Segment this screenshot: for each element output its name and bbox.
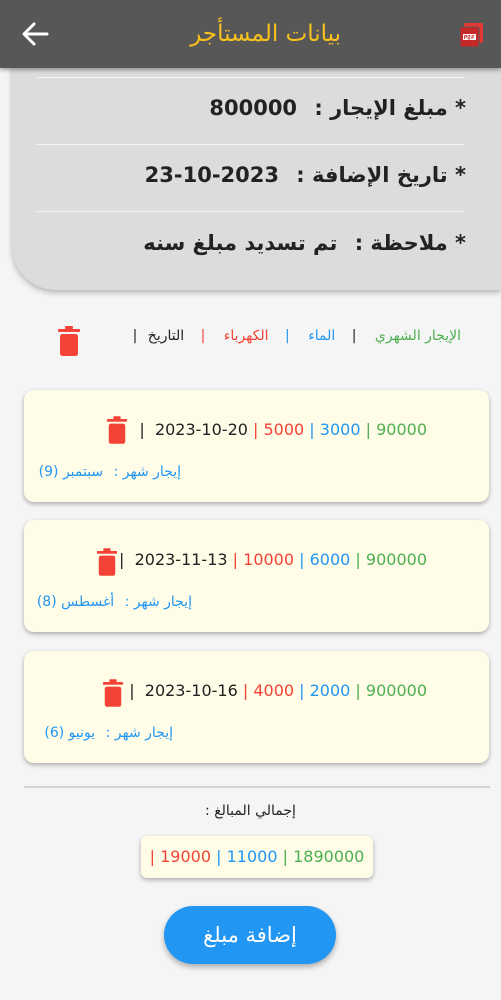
rent-label: * مبلغ الإيجار : <box>314 96 466 120</box>
legend-water: الماء <box>308 328 336 344</box>
total-rent: 1890000 <box>293 847 365 866</box>
month-value: سبتمبر (9) <box>38 464 104 480</box>
delete-all-icon[interactable] <box>57 326 81 356</box>
divider <box>37 77 465 78</box>
legend-separator: | <box>285 328 290 344</box>
divider <box>37 211 465 212</box>
payment-card[interactable]: 900000 | 6000 | 10000 | 2023-11-13 | إيج… <box>24 520 489 632</box>
delete-payment-icon[interactable] <box>102 679 124 707</box>
rent-amount-row: * مبلغ الإيجار : 800000 <box>209 96 466 120</box>
payment-values: 90000 | 3000 | 5000 | 2023-10-20 | <box>139 420 427 439</box>
payment-date: 2023-11-13 <box>134 550 228 569</box>
columns-legend: الإيجار الشهري | الماء | الكهرباء | التا… <box>131 328 461 344</box>
month-label: إيجار شهر : <box>105 725 173 741</box>
pdf-icon[interactable] <box>459 22 485 48</box>
tenant-info-card: * مبلغ الإيجار : 800000 * تاريخ الإضافة … <box>12 60 501 290</box>
month-label: إيجار شهر : <box>113 464 181 480</box>
delete-payment-icon[interactable] <box>106 416 128 444</box>
payment-rent: 900000 <box>365 550 427 569</box>
date-added-row: * تاريخ الإضافة : 2023-10-23 <box>145 163 466 187</box>
payment-water: 6000 <box>309 550 351 569</box>
page-title: بيانات المستأجر <box>190 21 341 47</box>
legend-date: التاريخ <box>147 328 185 344</box>
payment-month: إيجار شهر : سبتمبر (9) <box>39 464 181 480</box>
delete-payment-icon[interactable] <box>96 548 118 576</box>
payment-rent: 90000 <box>376 420 427 439</box>
totals-label: إجمالي المبالغ : <box>205 803 296 819</box>
arrow-left-icon[interactable] <box>20 20 50 48</box>
date-label: * تاريخ الإضافة : <box>296 163 466 187</box>
total-water: 11000 <box>226 847 278 866</box>
divider <box>24 786 490 788</box>
payment-date: 2023-10-16 <box>144 681 238 700</box>
legend-monthly-rent: الإيجار الشهري <box>374 328 461 344</box>
month-label: إيجار شهر : <box>124 594 192 610</box>
note-label: * ملاحظة : <box>354 231 466 255</box>
payment-date: 2023-10-20 <box>154 420 248 439</box>
note-value: تم تسديد مبلغ سنه <box>143 231 338 255</box>
totals-box: 1890000 | 11000 | 19000 | <box>141 836 373 878</box>
legend-separator: | <box>132 328 138 344</box>
payment-rent: 900000 <box>365 681 427 700</box>
month-value: أغسطس (8) <box>36 594 115 610</box>
add-amount-button[interactable]: إضافة مبلغ <box>164 906 336 964</box>
payment-month: إيجار شهر : يونيو (6) <box>44 725 173 741</box>
payment-water: 3000 <box>319 420 361 439</box>
payment-card[interactable]: 900000 | 2000 | 4000 | 2023-10-16 | إيجا… <box>24 651 489 763</box>
app-bar: بيانات المستأجر <box>0 0 501 68</box>
payment-values: 900000 | 2000 | 4000 | 2023-10-16 | <box>129 681 427 700</box>
payment-values: 900000 | 6000 | 10000 | 2023-11-13 | <box>119 550 427 569</box>
payment-month: إيجار شهر : أغسطس (8) <box>37 594 192 610</box>
payment-electricity: 5000 <box>263 420 305 439</box>
legend-electricity: الكهرباء <box>223 328 269 344</box>
total-electricity: 19000 <box>160 847 212 866</box>
divider <box>37 144 465 145</box>
payment-card[interactable]: 90000 | 3000 | 5000 | 2023-10-20 | إيجار… <box>24 390 489 502</box>
note-row: * ملاحظة : تم تسديد مبلغ سنه <box>143 231 466 255</box>
date-value: 2023-10-23 <box>144 163 279 187</box>
month-value: يونيو (6) <box>44 725 96 741</box>
legend-separator: | <box>200 328 206 344</box>
payment-electricity: 4000 <box>253 681 295 700</box>
payment-water: 2000 <box>309 681 351 700</box>
rent-value: 800000 <box>209 96 298 120</box>
legend-separator: | <box>351 328 357 344</box>
payment-electricity: 10000 <box>243 550 295 569</box>
